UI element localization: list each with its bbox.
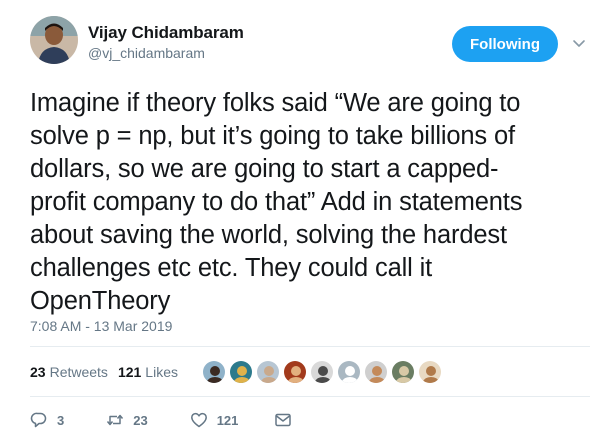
retweet-button[interactable]: 23 bbox=[106, 411, 148, 429]
tweet-text-line: solve p = np, but it’s going to take bil… bbox=[30, 122, 515, 150]
divider bbox=[30, 396, 590, 397]
author-handle[interactable]: @vj_chidambaram bbox=[88, 45, 205, 61]
likes-count: 121 bbox=[117, 364, 142, 380]
liker-avatar[interactable] bbox=[283, 360, 307, 384]
retweet-count: 23 bbox=[133, 412, 148, 428]
like-count: 121 bbox=[216, 412, 239, 428]
tweet-text-line: OpenTheory bbox=[30, 287, 171, 315]
liker-facepile bbox=[202, 360, 445, 384]
reply-icon bbox=[30, 411, 48, 429]
tweet-stats: 23 Retweets 121 Likes bbox=[30, 362, 178, 382]
tweet-text-line: profit company to do that” Add in statem… bbox=[30, 188, 523, 216]
chevron-down-icon[interactable] bbox=[572, 36, 586, 50]
retweets-label: Retweets bbox=[49, 364, 108, 380]
tweet-actions: 3 23 121 bbox=[30, 410, 292, 430]
liker-avatar[interactable] bbox=[310, 360, 334, 384]
likes-stat[interactable]: 121 Likes bbox=[118, 364, 178, 380]
liker-avatar[interactable] bbox=[256, 360, 280, 384]
retweets-count: 23 bbox=[30, 364, 46, 380]
tweet-timestamp[interactable]: 7:08 AM - 13 Mar 2019 bbox=[30, 318, 172, 334]
liker-avatar[interactable] bbox=[364, 360, 388, 384]
default-avatar-icon[interactable] bbox=[337, 360, 361, 384]
divider bbox=[30, 346, 590, 347]
tweet-header: Vijay Chidambaram @vj_chidambaram Follow… bbox=[30, 16, 600, 76]
tweet-text-line: about saving the world, solving the hard… bbox=[30, 221, 507, 249]
direct-message-button[interactable] bbox=[274, 411, 292, 429]
tweet-text-line: dollars, so we are going to start a capp… bbox=[30, 155, 499, 183]
retweets-stat[interactable]: 23 Retweets bbox=[30, 364, 108, 380]
liker-avatar[interactable] bbox=[391, 360, 415, 384]
like-icon bbox=[190, 411, 208, 429]
tweet-text-line: challenges etc etc. They could call it bbox=[30, 254, 433, 282]
liker-avatar[interactable] bbox=[229, 360, 253, 384]
following-button[interactable]: Following bbox=[452, 26, 558, 62]
liker-avatar[interactable] bbox=[202, 360, 226, 384]
tweet-text-line: Imagine if theory folks said “We are goi… bbox=[30, 89, 521, 117]
retweet-icon bbox=[106, 411, 124, 429]
tweet-text: Imagine if theory folks said “We are goi… bbox=[30, 87, 602, 318]
reply-count: 3 bbox=[57, 412, 65, 428]
reply-button[interactable]: 3 bbox=[30, 411, 64, 429]
author-display-name[interactable]: Vijay Chidambaram bbox=[88, 23, 244, 43]
direct-message-icon bbox=[274, 411, 292, 429]
like-button[interactable]: 121 bbox=[190, 411, 239, 429]
likes-label: Likes bbox=[145, 364, 178, 380]
liker-avatar[interactable] bbox=[418, 360, 442, 384]
author-avatar[interactable] bbox=[30, 16, 78, 64]
